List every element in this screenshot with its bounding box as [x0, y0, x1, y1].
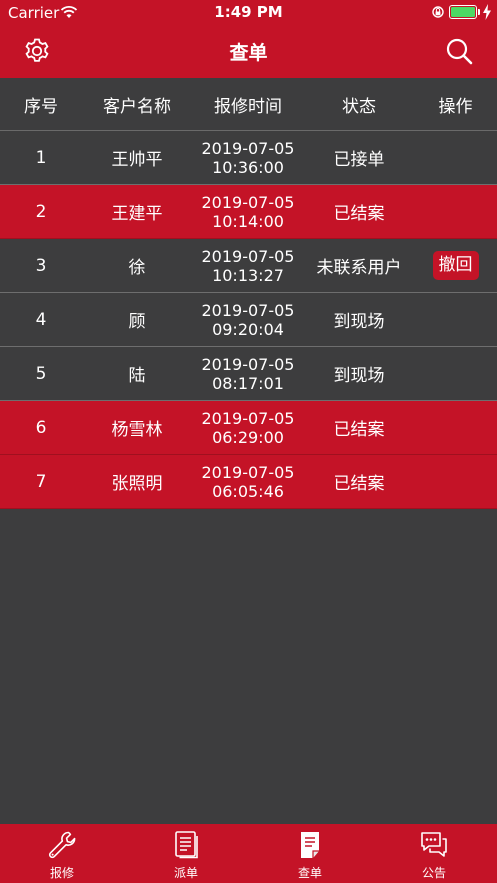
battery-tip: [478, 9, 480, 15]
tab-bar: 报修 派单 查单 公告: [0, 824, 497, 883]
row-status: 已结案: [333, 474, 385, 494]
document-filled-icon: [301, 832, 319, 858]
table-row[interactable]: 5 陆 2019-07-05 08:17:01 到现场: [0, 347, 497, 401]
table-row[interactable]: 1 王帅平 2019-07-05 10:36:00 已接单: [0, 131, 497, 185]
row-time: 08:17:01: [212, 373, 284, 393]
row-index: 4: [35, 309, 47, 330]
revoke-button[interactable]: 撤回: [432, 251, 479, 280]
row-status: 已结案: [333, 420, 385, 440]
tab-repair-label: 报修: [49, 866, 74, 880]
header: Carrier 1:49 PM 查单: [0, 0, 497, 78]
row-date: 2019-07-05: [201, 408, 295, 428]
row-index: 7: [35, 471, 47, 492]
order-list: 1 王帅平 2019-07-05 10:36:00 已接单 2 王建平 2019…: [0, 131, 497, 509]
tab-dispatch[interactable]: 派单: [124, 824, 248, 883]
row-action: [414, 185, 497, 238]
navigation-bar: 查单: [0, 26, 497, 78]
page-title: 查单: [229, 42, 268, 64]
row-time: 10:14:00: [212, 211, 284, 231]
wrench-icon: [48, 831, 76, 859]
row-date: 2019-07-05: [201, 354, 295, 374]
row-time: 06:29:00: [212, 427, 284, 447]
row-customer-name: 张照明: [111, 474, 163, 494]
chat-bubbles-icon: [421, 832, 447, 857]
row-action: [414, 347, 497, 400]
row-index: 6: [35, 417, 47, 438]
orientation-lock-icon: [432, 6, 444, 18]
row-customer-name: 杨雪林: [111, 420, 163, 440]
row-customer-name: 徐: [128, 258, 146, 278]
search-icon[interactable]: [444, 36, 474, 66]
charging-bolt-icon: [483, 4, 491, 20]
header-customer-name: 客户名称: [103, 96, 171, 117]
tab-repair[interactable]: 报修: [0, 824, 124, 883]
row-date: 2019-07-05: [201, 462, 295, 482]
row-index: 5: [35, 363, 47, 384]
row-repair-time: 2019-07-05 08:17:01: [192, 347, 304, 400]
row-customer-name: 王建平: [111, 204, 163, 224]
row-date: 2019-07-05: [201, 246, 295, 266]
row-customer-name: 陆: [128, 366, 146, 386]
table-header: 序号 客户名称 报修时间 状态 操作: [0, 78, 497, 131]
row-customer-name: 顾: [128, 312, 146, 332]
table-row[interactable]: 2 王建平 2019-07-05 10:14:00 已结案: [0, 185, 497, 239]
row-repair-time: 2019-07-05 10:36:00: [192, 131, 304, 184]
table-row[interactable]: 4 顾 2019-07-05 09:20:04 到现场: [0, 293, 497, 347]
row-repair-time: 2019-07-05 09:20:04: [192, 293, 304, 346]
row-status: 到现场: [333, 366, 385, 386]
row-repair-time: 2019-07-05 10:14:00: [192, 185, 304, 238]
row-action: 撤回: [414, 239, 497, 292]
row-index: 2: [35, 201, 47, 222]
status-bar: Carrier 1:49 PM: [0, 0, 497, 26]
row-status: 已接单: [333, 150, 385, 170]
row-date: 2019-07-05: [201, 138, 295, 158]
row-action: [414, 293, 497, 346]
header-repair-time: 报修时间: [214, 96, 282, 117]
row-repair-time: 2019-07-05 10:13:27: [192, 239, 304, 292]
tab-query[interactable]: 查单: [248, 824, 372, 883]
tab-dispatch-label: 派单: [173, 866, 198, 880]
header-action: 操作: [438, 96, 473, 117]
table-row[interactable]: 7 张照明 2019-07-05 06:05:46 已结案: [0, 455, 497, 509]
row-repair-time: 2019-07-05 06:05:46: [192, 455, 304, 508]
tab-announcement[interactable]: 公告: [372, 824, 496, 883]
row-status: 到现场: [333, 312, 385, 332]
row-index: 1: [35, 147, 47, 168]
row-index: 3: [35, 255, 47, 276]
battery-icon: [449, 5, 477, 19]
row-status: 未联系用户: [316, 258, 402, 278]
row-date: 2019-07-05: [201, 300, 295, 320]
row-status: 已结案: [333, 204, 385, 224]
row-time: 09:20:04: [212, 319, 284, 339]
row-action: [414, 455, 497, 508]
row-customer-name: 王帅平: [111, 150, 163, 170]
table-row[interactable]: 3 徐 2019-07-05 10:13:27 未联系用户 撤回: [0, 239, 497, 293]
tab-query-label: 查单: [297, 866, 322, 880]
row-time: 10:13:27: [212, 265, 284, 285]
header-index: 序号: [24, 96, 58, 117]
clock: 1:49 PM: [214, 3, 283, 21]
row-action: [414, 401, 497, 454]
row-date: 2019-07-05: [201, 192, 295, 212]
row-repair-time: 2019-07-05 06:29:00: [192, 401, 304, 454]
table-row[interactable]: 6 杨雪林 2019-07-05 06:29:00 已结案: [0, 401, 497, 455]
row-time: 06:05:46: [212, 481, 284, 501]
tab-announcement-label: 公告: [421, 866, 446, 880]
row-action: [414, 131, 497, 184]
header-status: 状态: [342, 96, 376, 117]
row-time: 10:36:00: [212, 157, 284, 177]
document-icon: [175, 831, 198, 859]
